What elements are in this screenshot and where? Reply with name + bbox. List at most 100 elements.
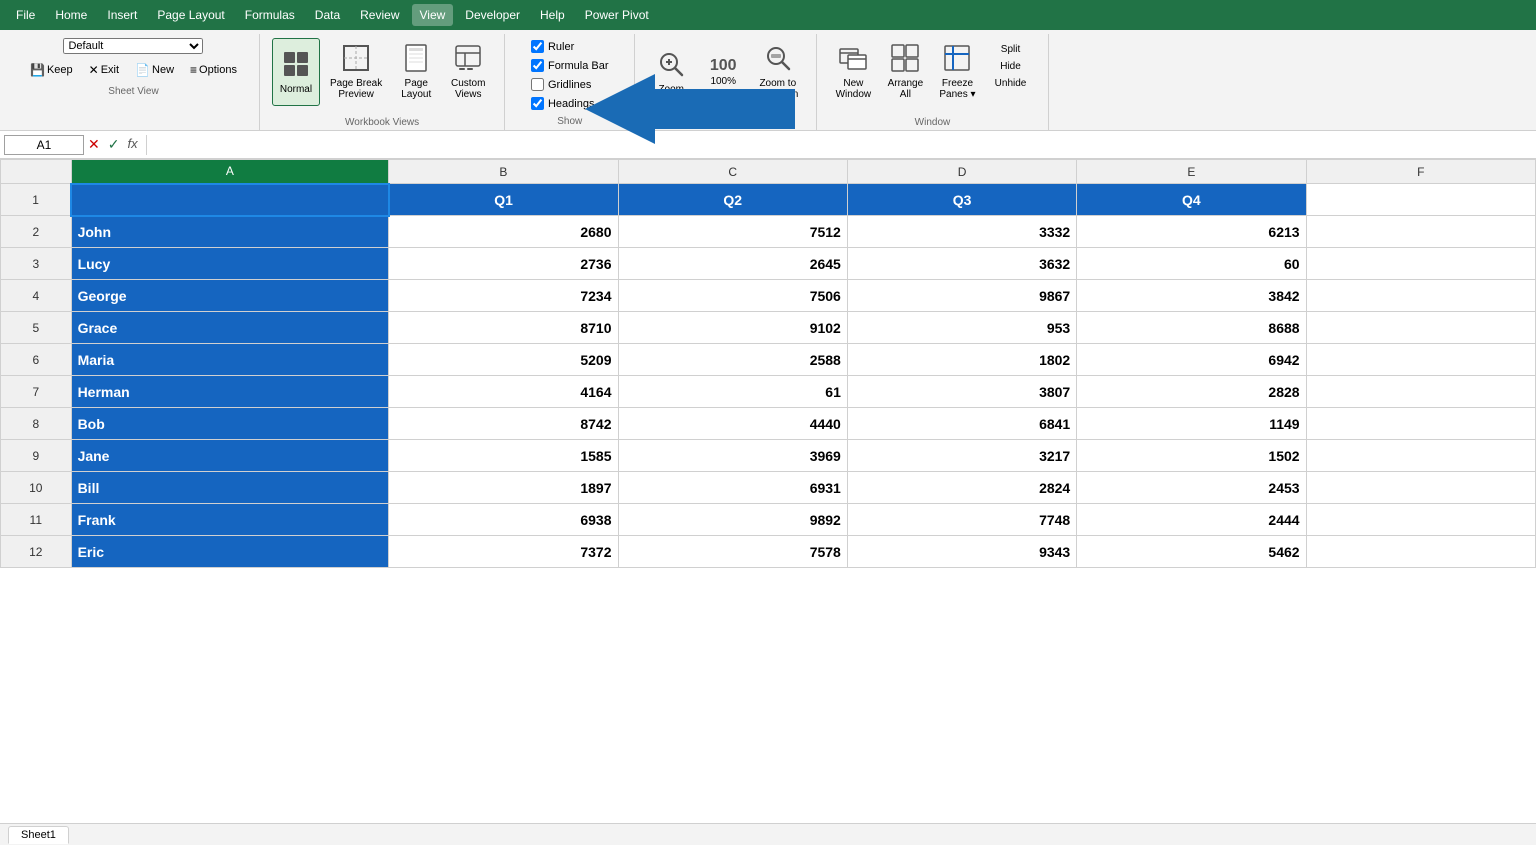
menu-power-pivot[interactable]: Power Pivot <box>577 4 657 26</box>
headings-checkbox-row[interactable]: Headings <box>531 95 609 112</box>
row-header-2[interactable]: 2 <box>1 216 72 248</box>
cell-c8[interactable]: 4440 <box>618 408 847 440</box>
cell-f11[interactable] <box>1306 504 1535 536</box>
cell-b12[interactable]: 7372 <box>389 536 618 568</box>
confirm-icon[interactable]: ✓ <box>108 136 120 153</box>
cell-f10[interactable] <box>1306 472 1535 504</box>
cell-d8[interactable]: 6841 <box>847 408 1076 440</box>
formula-bar-checkbox-row[interactable]: Formula Bar <box>531 57 609 74</box>
cell-d4[interactable]: 9867 <box>847 280 1076 312</box>
menu-file[interactable]: File <box>8 4 43 26</box>
cell-b9[interactable]: 1585 <box>389 440 618 472</box>
cell-e2[interactable]: 6213 <box>1077 216 1306 248</box>
page-break-preview-button[interactable]: Page Break Preview <box>324 38 388 106</box>
cell-e6[interactable]: 6942 <box>1077 344 1306 376</box>
cell-c11[interactable]: 9892 <box>618 504 847 536</box>
cell-f6[interactable] <box>1306 344 1535 376</box>
cell-e9[interactable]: 1502 <box>1077 440 1306 472</box>
cancel-icon[interactable]: ✕ <box>88 136 100 153</box>
row-header-8[interactable]: 8 <box>1 408 72 440</box>
cell-d6[interactable]: 1802 <box>847 344 1076 376</box>
row-header-12[interactable]: 12 <box>1 536 72 568</box>
cell-e1[interactable]: Q4 <box>1077 184 1306 216</box>
cell-a1[interactable] <box>71 184 389 216</box>
cell-c5[interactable]: 9102 <box>618 312 847 344</box>
cell-a2[interactable]: John <box>71 216 389 248</box>
cell-d5[interactable]: 953 <box>847 312 1076 344</box>
menu-developer[interactable]: Developer <box>457 4 528 26</box>
cell-f4[interactable] <box>1306 280 1535 312</box>
cell-e12[interactable]: 5462 <box>1077 536 1306 568</box>
cell-f2[interactable] <box>1306 216 1535 248</box>
cell-a11[interactable]: Frank <box>71 504 389 536</box>
arrange-all-button[interactable]: Arrange All <box>881 38 929 106</box>
cell-b2[interactable]: 2680 <box>389 216 618 248</box>
cell-b8[interactable]: 8742 <box>389 408 618 440</box>
gridlines-checkbox[interactable] <box>531 78 544 91</box>
cell-e5[interactable]: 8688 <box>1077 312 1306 344</box>
freeze-panes-button[interactable]: Freeze Panes ▾ <box>933 38 981 106</box>
cell-e10[interactable]: 2453 <box>1077 472 1306 504</box>
new-button[interactable]: 📄 New <box>129 61 180 79</box>
cell-b11[interactable]: 6938 <box>389 504 618 536</box>
custom-views-button[interactable]: Custom Views <box>444 38 492 106</box>
cell-b3[interactable]: 2736 <box>389 248 618 280</box>
zoom-button[interactable]: Zoom <box>647 38 695 106</box>
cell-b6[interactable]: 5209 <box>389 344 618 376</box>
cell-b1[interactable]: Q1 <box>389 184 618 216</box>
zoom-100-button[interactable]: 100 100% <box>699 38 747 106</box>
col-header-a[interactable]: A <box>71 160 389 184</box>
cell-a10[interactable]: Bill <box>71 472 389 504</box>
row-header-10[interactable]: 10 <box>1 472 72 504</box>
menu-home[interactable]: Home <box>47 4 95 26</box>
formula-input[interactable] <box>155 136 1532 154</box>
cell-a12[interactable]: Eric <box>71 536 389 568</box>
cell-a8[interactable]: Bob <box>71 408 389 440</box>
cell-f9[interactable] <box>1306 440 1535 472</box>
row-header-1[interactable]: 1 <box>1 184 72 216</box>
cell-a6[interactable]: Maria <box>71 344 389 376</box>
ruler-checkbox[interactable] <box>531 40 544 53</box>
gridlines-checkbox-row[interactable]: Gridlines <box>531 76 609 93</box>
col-header-f[interactable]: F <box>1306 160 1535 184</box>
page-layout-button[interactable]: Page Layout <box>392 38 440 106</box>
cell-c1[interactable]: Q2 <box>618 184 847 216</box>
cell-d1[interactable]: Q3 <box>847 184 1076 216</box>
row-header-4[interactable]: 4 <box>1 280 72 312</box>
menu-page-layout[interactable]: Page Layout <box>149 4 232 26</box>
cell-f12[interactable] <box>1306 536 1535 568</box>
cell-c3[interactable]: 2645 <box>618 248 847 280</box>
menu-review[interactable]: Review <box>352 4 407 26</box>
unhide-button[interactable]: Unhide <box>986 76 1036 91</box>
row-header-3[interactable]: 3 <box>1 248 72 280</box>
cell-c7[interactable]: 61 <box>618 376 847 408</box>
cell-e8[interactable]: 1149 <box>1077 408 1306 440</box>
cell-c4[interactable]: 7506 <box>618 280 847 312</box>
cell-f7[interactable] <box>1306 376 1535 408</box>
split-button[interactable]: Split <box>986 42 1036 57</box>
cell-e3[interactable]: 60 <box>1077 248 1306 280</box>
row-header-6[interactable]: 6 <box>1 344 72 376</box>
cell-a4[interactable]: George <box>71 280 389 312</box>
cell-f5[interactable] <box>1306 312 1535 344</box>
row-header-5[interactable]: 5 <box>1 312 72 344</box>
cell-d12[interactable]: 9343 <box>847 536 1076 568</box>
cell-d10[interactable]: 2824 <box>847 472 1076 504</box>
function-icon[interactable]: fx <box>127 136 137 153</box>
cell-b5[interactable]: 8710 <box>389 312 618 344</box>
exit-button[interactable]: ✕ Exit <box>83 61 125 79</box>
row-header-7[interactable]: 7 <box>1 376 72 408</box>
menu-view[interactable]: View <box>412 4 454 26</box>
cell-f1[interactable] <box>1306 184 1535 216</box>
options-button[interactable]: ≡ Options <box>184 61 243 79</box>
cell-e11[interactable]: 2444 <box>1077 504 1306 536</box>
cell-f3[interactable] <box>1306 248 1535 280</box>
cell-b10[interactable]: 1897 <box>389 472 618 504</box>
menu-data[interactable]: Data <box>307 4 348 26</box>
col-header-c[interactable]: C <box>618 160 847 184</box>
cell-a7[interactable]: Herman <box>71 376 389 408</box>
col-header-d[interactable]: D <box>847 160 1076 184</box>
cell-c9[interactable]: 3969 <box>618 440 847 472</box>
row-header-9[interactable]: 9 <box>1 440 72 472</box>
sheet-tab-sheet1[interactable]: Sheet1 <box>8 826 69 844</box>
